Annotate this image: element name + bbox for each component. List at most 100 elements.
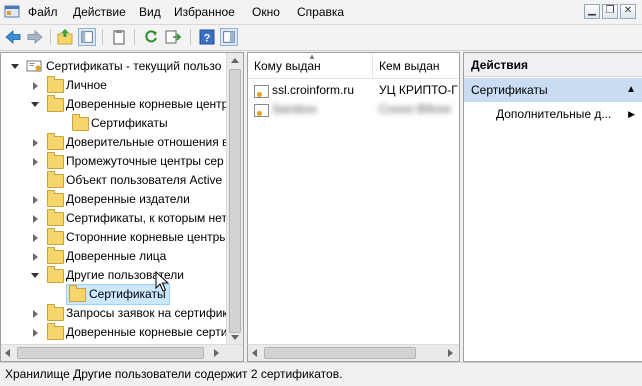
folder-icon <box>47 323 64 340</box>
tree-item-label: Объект пользователя Active I <box>66 173 229 187</box>
tree-item[interactable]: Сторонние корневые центры <box>1 228 228 247</box>
expand-open-icon[interactable] <box>31 273 39 278</box>
actions-section-label: Сертификаты <box>471 83 548 97</box>
menu-help[interactable]: Справка <box>297 5 344 19</box>
expand-closed-icon[interactable] <box>33 82 38 90</box>
action-more-actions[interactable]: Дополнительные д... ▶ <box>464 103 642 125</box>
menu-action[interactable]: Действие <box>73 5 126 19</box>
certificate-list-pane: Кому выдан ▲ Кем выдан ssl.croinform.ru … <box>247 52 460 362</box>
tree-item-label: Промежуточные центры сер <box>66 154 224 168</box>
close-icon: ✕ <box>623 5 633 16</box>
list-row[interactable]: ssl.croinform.ru УЦ КРИПТО-Г <box>248 81 459 100</box>
menu-window[interactable]: Окно <box>252 5 280 19</box>
minimize-button[interactable]: ▁ <box>584 4 600 19</box>
folder-icon <box>47 95 64 112</box>
show-tree-icon[interactable] <box>78 28 96 46</box>
tree-item[interactable]: Сертификаты <box>1 114 226 133</box>
expand-closed-icon[interactable] <box>33 139 38 147</box>
expand-open-icon[interactable] <box>31 102 39 107</box>
tree-item[interactable]: Доверительные отношения в <box>1 133 229 152</box>
tree-item[interactable]: Сертификаты <box>1 284 226 305</box>
folder-icon <box>69 285 86 302</box>
tree-vertical-scrollbar[interactable] <box>226 53 243 345</box>
scroll-right-icon[interactable] <box>214 349 219 357</box>
toolbar-separator <box>50 29 51 45</box>
tree-item[interactable]: Объект пользователя Active I <box>1 171 229 190</box>
menu-file[interactable]: Файл <box>28 5 58 19</box>
folder-icon <box>47 133 64 150</box>
tree-item-label: Сертификаты, к которым нет <box>66 211 227 225</box>
export-list-icon[interactable] <box>164 28 182 46</box>
refresh-icon[interactable] <box>142 28 160 46</box>
list-horizontal-scrollbar[interactable] <box>248 344 459 361</box>
status-text: Хранилище Другие пользователи содержит 2… <box>5 367 343 381</box>
close-button[interactable]: ✕ <box>620 4 636 19</box>
menu-view[interactable]: Вид <box>139 5 161 19</box>
folder-icon <box>47 209 64 226</box>
tree-root-label: Сертификаты - текущий пользо <box>46 59 222 73</box>
folder-icon <box>47 228 64 245</box>
scroll-left-icon[interactable] <box>5 349 10 357</box>
tree-horizontal-scrollbar[interactable] <box>1 344 243 361</box>
menu-favorites[interactable]: Избранное <box>174 5 235 19</box>
tree-item[interactable]: Доверенные корневые центр <box>1 95 228 114</box>
actions-pane: Действия Сертификаты ▲ Дополнительные д.… <box>463 52 642 362</box>
console-icon[interactable] <box>4 4 20 20</box>
tree-item[interactable]: Доверенные издатели <box>1 190 226 209</box>
tree-vertical-scroll-thumb[interactable] <box>229 69 241 333</box>
expand-closed-icon[interactable] <box>33 234 38 242</box>
folder-icon <box>47 247 64 264</box>
restore-button[interactable]: ❐ <box>602 4 618 19</box>
folder-icon <box>72 114 89 131</box>
certificate-store-icon <box>26 60 42 72</box>
tree-item[interactable]: Запросы заявок на сертифик <box>1 304 228 323</box>
submenu-arrow-icon: ▶ <box>628 109 635 119</box>
actions-section-certificates[interactable]: Сертификаты ▲ <box>464 78 642 102</box>
expand-closed-icon[interactable] <box>33 196 38 204</box>
toolbar-separator <box>190 29 191 45</box>
tree-item-label: Доверительные отношения в <box>66 135 229 149</box>
scroll-up-icon[interactable] <box>231 58 239 63</box>
expand-closed-icon[interactable] <box>33 215 38 223</box>
tree-item[interactable]: Другие пользователи <box>1 266 226 285</box>
scroll-right-icon[interactable] <box>448 349 453 357</box>
folder-icon <box>47 76 64 93</box>
column-header-issued-to[interactable]: Кому выдан ▲ <box>248 53 373 79</box>
tree-item-label: Доверенные издатели <box>66 192 190 206</box>
tree-item-label: Запросы заявок на сертифик <box>66 306 228 320</box>
up-folder-icon[interactable] <box>56 28 74 46</box>
expand-closed-icon[interactable] <box>33 329 38 337</box>
scroll-left-icon[interactable] <box>252 349 257 357</box>
list-row[interactable]: Samboo Cosoo Bifone <box>248 100 459 119</box>
actions-header: Действия <box>464 53 642 77</box>
back-arrow-icon[interactable] <box>4 28 22 46</box>
forward-arrow-icon[interactable] <box>26 28 44 46</box>
tree-pane: Сертификаты - текущий пользо Личное Довер… <box>0 52 244 362</box>
collapse-up-icon[interactable]: ▲ <box>626 78 636 102</box>
tree-root[interactable]: Сертификаты - текущий пользо <box>1 57 226 76</box>
expand-closed-icon[interactable] <box>33 158 38 166</box>
folder-icon <box>47 190 64 207</box>
expand-closed-icon[interactable] <box>33 310 38 318</box>
tree-item[interactable]: Доверенные корневые серти <box>1 323 227 342</box>
tree-item[interactable]: Сертификаты, к которым нет <box>1 209 227 228</box>
show-action-pane-icon[interactable] <box>220 28 238 46</box>
tree-item[interactable]: Доверенные лица <box>1 247 226 266</box>
list-row-issued-to: Samboo <box>272 102 317 116</box>
tree-item[interactable]: Промежуточные центры сер <box>1 152 226 171</box>
expand-closed-icon[interactable] <box>33 253 38 261</box>
sort-ascending-icon: ▲ <box>308 52 316 61</box>
column-header-issued-by-label: Кем выдан <box>379 59 440 73</box>
folder-icon <box>47 304 64 321</box>
list-horizontal-scroll-thumb[interactable] <box>264 347 416 359</box>
certificate-icon <box>254 85 269 98</box>
scroll-down-icon[interactable] <box>231 335 239 340</box>
column-header-issued-by[interactable]: Кем выдан <box>373 53 459 79</box>
tree-item[interactable]: Личное <box>1 76 226 95</box>
help-icon[interactable]: ? <box>198 28 216 46</box>
mouse-cursor-icon <box>155 271 170 292</box>
expand-open-icon[interactable] <box>11 64 19 69</box>
status-bar: Хранилище Другие пользователи содержит 2… <box>0 362 642 386</box>
clipboard-icon[interactable] <box>110 28 128 46</box>
tree-horizontal-scroll-thumb[interactable] <box>17 347 204 359</box>
